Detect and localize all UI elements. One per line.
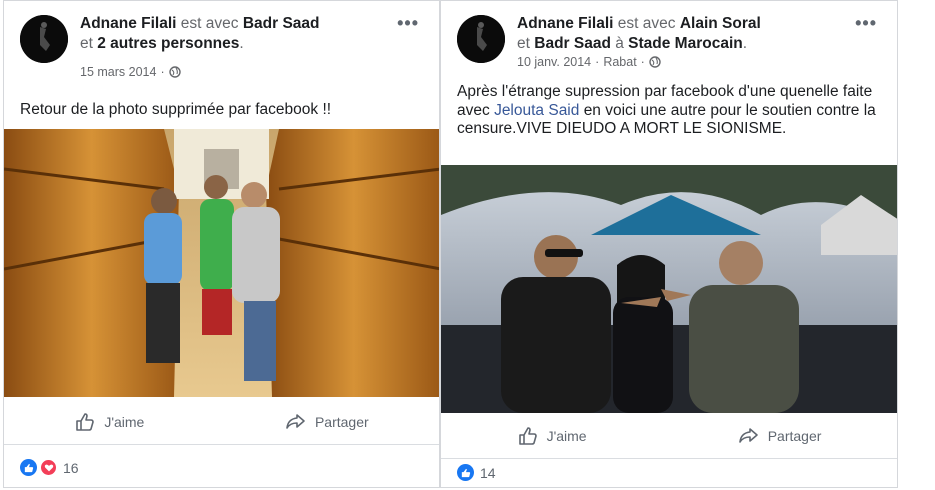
post-header: Adnane Filali est avec Badr Saad et 2 au… xyxy=(4,1,439,91)
globe-icon xyxy=(649,56,661,68)
post-text: Retour de la photo supprimée par faceboo… xyxy=(20,101,332,118)
tagged-person[interactable]: Badr Saad xyxy=(243,15,320,32)
post-date[interactable]: 10 janv. 2014 xyxy=(517,55,591,69)
like-label: J'aime xyxy=(546,427,587,444)
avatar[interactable] xyxy=(20,15,68,63)
author-name[interactable]: Adnane Filali xyxy=(80,15,176,32)
place-link[interactable]: Stade Marocain xyxy=(628,35,743,52)
like-reaction-icon xyxy=(20,459,37,476)
post-header-names: Adnane Filali est avec Alain Soral et Ba… xyxy=(517,15,761,52)
author-name[interactable]: Adnane Filali xyxy=(517,15,613,32)
like-button[interactable]: J'aime xyxy=(517,425,587,447)
post-text: Après l'étrange supression par facebook … xyxy=(457,83,882,139)
share-label: Partager xyxy=(767,427,822,444)
thumbs-up-icon xyxy=(76,412,95,431)
conjunction-text: et xyxy=(80,35,93,52)
post-actions: J'aime Partager xyxy=(441,413,897,459)
post-card-1: Adnane Filali est avec Badr Saad et 2 au… xyxy=(3,0,440,488)
post-meta: 15 mars 2014 · xyxy=(80,65,181,79)
share-button[interactable]: Partager xyxy=(738,425,822,447)
share-arrow-icon xyxy=(286,413,305,429)
share-label: Partager xyxy=(314,413,369,430)
post-actions: J'aime Partager xyxy=(4,399,439,445)
with-text: est avec xyxy=(180,15,239,32)
post-meta: 10 janv. 2014 · Rabat · xyxy=(517,55,661,69)
like-button[interactable]: J'aime xyxy=(74,411,144,433)
more-options-icon[interactable]: ••• xyxy=(855,13,877,34)
post-card-2: Adnane Filali est avec Alain Soral et Ba… xyxy=(440,0,898,488)
post-date[interactable]: 15 mars 2014 xyxy=(80,65,156,79)
tagged-person[interactable]: Alain Soral xyxy=(680,15,761,32)
like-label: J'aime xyxy=(104,413,145,430)
post-location[interactable]: Rabat xyxy=(603,55,636,69)
like-reaction-icon xyxy=(457,464,474,481)
reaction-count: 16 xyxy=(63,459,79,476)
share-button[interactable]: Partager xyxy=(285,411,369,433)
avatar[interactable] xyxy=(457,15,505,63)
post-header-names: Adnane Filali est avec Badr Saad et 2 au… xyxy=(80,15,320,52)
mention-link[interactable]: Jelouta Said xyxy=(494,102,579,119)
conjunction-text: et xyxy=(517,35,530,52)
reactions-summary[interactable]: 14 xyxy=(457,464,496,481)
post-photo[interactable] xyxy=(4,129,439,397)
share-arrow-icon xyxy=(738,427,758,443)
thumbs-up-icon xyxy=(518,426,537,445)
with-text: est avec xyxy=(617,15,676,32)
tagged-others-link[interactable]: 2 autres personnes xyxy=(97,35,239,52)
tagged-person-2[interactable]: Badr Saad xyxy=(534,35,611,52)
post-header: Adnane Filali est avec Alain Soral et Ba… xyxy=(441,1,897,91)
globe-icon xyxy=(168,66,181,78)
more-options-icon[interactable]: ••• xyxy=(397,13,419,34)
post-photo[interactable] xyxy=(441,165,897,413)
reaction-count: 14 xyxy=(480,464,496,481)
at-text: à xyxy=(615,35,624,52)
reactions-summary[interactable]: 16 xyxy=(20,459,79,476)
love-reaction-icon xyxy=(40,459,57,476)
